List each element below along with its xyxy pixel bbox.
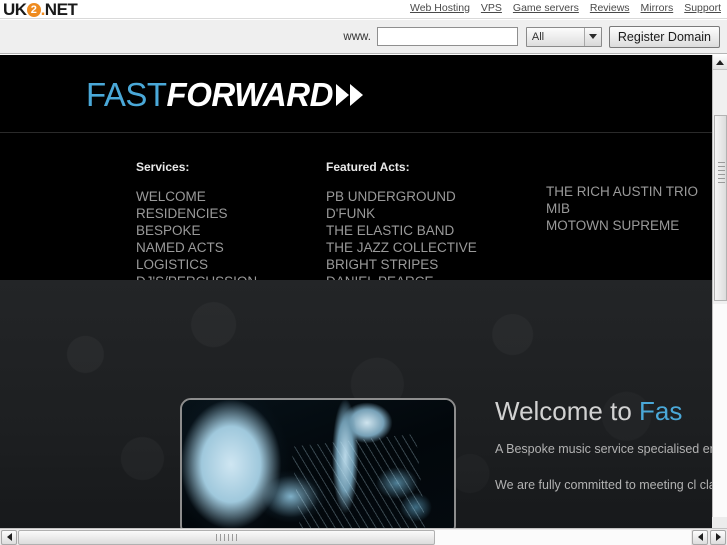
- nav-link-game-servers[interactable]: Game servers: [513, 2, 579, 14]
- featured-acts-column-2: THE RICH AUSTIN TRIO MIB MOTOWN SUPREME: [546, 183, 698, 234]
- scrollbar-corner: [712, 517, 727, 528]
- vertical-scrollbar-thumb[interactable]: [714, 115, 727, 301]
- uk2-nav: Web Hosting VPS Game servers Reviews Mir…: [410, 2, 721, 14]
- welcome-paragraph-1: A Bespoke music service specialised ente…: [495, 442, 712, 456]
- site-hero-band: FAST FORWARD: [0, 55, 712, 133]
- services-item-welcome[interactable]: WELCOME: [136, 188, 257, 205]
- page-title-accent: Fas: [639, 396, 683, 426]
- site-lower-section: Welcome to Fas A Bespoke music service s…: [0, 280, 712, 528]
- services-item-bespoke[interactable]: BESPOKE: [136, 222, 257, 239]
- act-item-mib[interactable]: MIB: [546, 200, 698, 217]
- guitar-strings-detail: [291, 433, 426, 528]
- tld-select-value: All: [531, 30, 545, 43]
- nav-link-web-hosting[interactable]: Web Hosting: [410, 2, 470, 14]
- act-item-dfunk[interactable]: D'FUNK: [326, 205, 477, 222]
- services-item-named-acts[interactable]: NAMED ACTS: [136, 239, 257, 256]
- services-heading: Services:: [136, 160, 190, 174]
- welcome-paragraph-2: We are fully committed to meeting cl cla…: [495, 478, 712, 492]
- guitarist-photo: [180, 398, 456, 528]
- act-item-the-rich-austin-trio[interactable]: THE RICH AUSTIN TRIO: [546, 183, 698, 200]
- site-nav-block: Services: WELCOME RESIDENCIES BESPOKE NA…: [0, 134, 712, 289]
- scroll-left-arrow-icon-secondary[interactable]: [692, 529, 708, 545]
- scroll-right-arrow-icon[interactable]: [710, 529, 726, 545]
- tld-select[interactable]: All: [525, 26, 602, 47]
- uk2-logo[interactable]: UK 2. NET: [3, 0, 78, 19]
- featured-acts-heading: Featured Acts:: [326, 160, 410, 174]
- double-chevron-right-icon: [335, 84, 363, 106]
- www-label: www.: [343, 30, 371, 43]
- chevron-down-icon[interactable]: [583, 27, 601, 46]
- services-item-residencies[interactable]: RESIDENCIES: [136, 205, 257, 222]
- featured-acts-list-2: THE RICH AUSTIN TRIO MIB MOTOWN SUPREME: [546, 183, 698, 234]
- uk2-logo-suffix: NET: [44, 0, 78, 19]
- page-title: Welcome to Fas: [495, 396, 712, 426]
- act-item-pb-underground[interactable]: PB UNDERGROUND: [326, 188, 477, 205]
- domain-search-input[interactable]: [376, 27, 518, 46]
- featured-acts-list-1: PB UNDERGROUND D'FUNK THE ELASTIC BAND T…: [326, 188, 477, 290]
- fastforward-logo-fast: FAST: [86, 76, 167, 113]
- scroll-up-arrow-icon[interactable]: [713, 55, 727, 70]
- nav-link-vps[interactable]: VPS: [481, 2, 502, 14]
- register-domain-button[interactable]: Register Domain: [608, 25, 720, 48]
- vertical-scrollbar-track[interactable]: [713, 304, 727, 528]
- act-item-the-elastic-band[interactable]: THE ELASTIC BAND: [326, 222, 477, 239]
- scrollbar-grip-icon: [215, 533, 238, 541]
- fastforward-logo[interactable]: FAST FORWARD: [86, 76, 363, 114]
- page-title-plain: Welcome to: [495, 396, 640, 426]
- uk2-logo-prefix: UK: [3, 0, 27, 19]
- services-column: Services: WELCOME RESIDENCIES BESPOKE NA…: [136, 160, 257, 290]
- services-list: WELCOME RESIDENCIES BESPOKE NAMED ACTS L…: [136, 188, 257, 290]
- services-item-logistics[interactable]: LOGISTICS: [136, 256, 257, 273]
- site-viewport: FAST FORWARD Services: WELCOME RESIDENCIE…: [0, 55, 712, 528]
- welcome-block: Welcome to Fas A Bespoke music service s…: [495, 396, 712, 494]
- featured-acts-column-1: Featured Acts: PB UNDERGROUND D'FUNK THE…: [326, 160, 477, 290]
- uk2-top-bar: UK 2. NET Web Hosting VPS Game servers Rev…: [0, 0, 727, 19]
- domain-search-bar: www. All Register Domain: [0, 20, 727, 54]
- page-vertical-scrollbar[interactable]: [712, 55, 727, 528]
- nav-link-mirrors[interactable]: Mirrors: [641, 2, 674, 14]
- scrollbar-grip-icon: [718, 162, 725, 184]
- horizontal-scrollbar-track[interactable]: [18, 529, 691, 545]
- nav-link-reviews[interactable]: Reviews: [590, 2, 630, 14]
- fastforward-logo-forward: FORWARD: [166, 76, 334, 113]
- act-item-the-jazz-collective[interactable]: THE JAZZ COLLECTIVE: [326, 239, 477, 256]
- act-item-motown-supreme[interactable]: MOTOWN SUPREME: [546, 217, 698, 234]
- nav-link-support[interactable]: Support: [684, 2, 721, 14]
- act-item-bright-stripes[interactable]: BRIGHT STRIPES: [326, 256, 477, 273]
- horizontal-scrollbar-thumb[interactable]: [18, 529, 436, 545]
- uk2-logo-circle-icon: 2: [26, 2, 41, 17]
- scroll-left-arrow-icon[interactable]: [1, 529, 17, 545]
- window-horizontal-scrollbar[interactable]: [0, 528, 727, 545]
